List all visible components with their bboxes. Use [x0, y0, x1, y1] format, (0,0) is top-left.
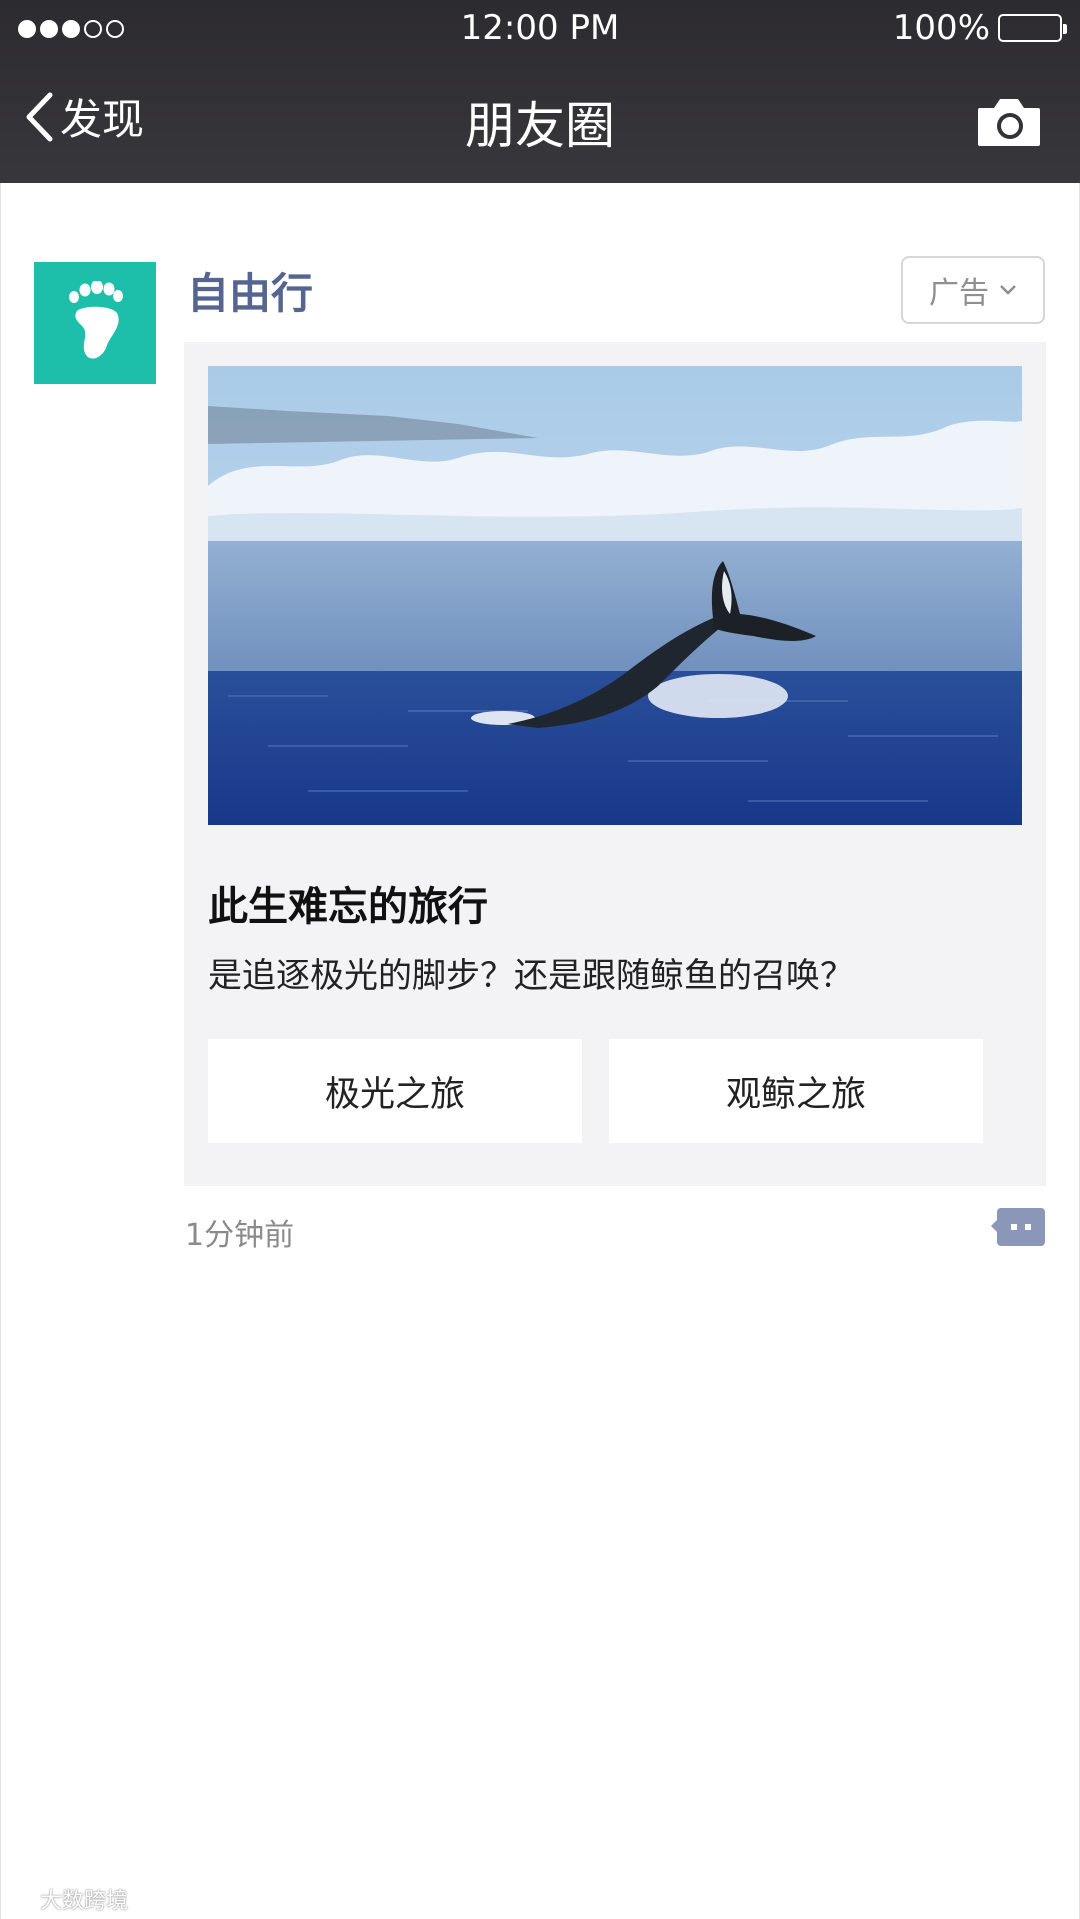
page-title: 朋友圈: [465, 97, 615, 155]
camera-icon: [978, 99, 1040, 146]
ad-badge[interactable]: 广告: [901, 256, 1045, 324]
status-bar: 12:00 PM 100%: [0, 0, 1080, 58]
watermark: 大数跨境: [12, 1883, 128, 1915]
battery-percent: 100%: [892, 8, 990, 48]
card-title: 此生难忘的旅行: [208, 884, 488, 930]
battery-icon: [998, 14, 1067, 42]
navigation-bar: 发现 朋友圈: [0, 58, 1080, 183]
chevron-down-icon: [1000, 285, 1016, 295]
option-whale-watching-button[interactable]: 观鲸之旅: [609, 1039, 983, 1143]
comment-button[interactable]: [991, 1206, 1047, 1252]
whale-tail-photo[interactable]: [208, 366, 1022, 825]
card-description: 是追逐极光的脚步？还是跟随鲸鱼的召唤？: [208, 956, 854, 996]
logo-icon: [12, 1886, 36, 1912]
avatar[interactable]: [34, 262, 156, 384]
footprint-icon: [69, 281, 123, 359]
watermark-text: 大数跨境: [40, 1889, 129, 1914]
option-aurora-trip-button[interactable]: 极光之旅: [208, 1039, 582, 1143]
top-bar: 12:00 PM 100% 发现 朋友圈: [0, 0, 1080, 183]
author-name[interactable]: 自由行: [187, 260, 313, 321]
camera-button[interactable]: [976, 94, 1042, 152]
ad-label: 广告: [929, 276, 989, 311]
battery-status: 100%: [892, 8, 1067, 48]
comment-icon: [991, 1208, 1045, 1246]
ad-card[interactable]: 此生难忘的旅行 是追逐极光的脚步？还是跟随鲸鱼的召唤？ 极光之旅 观鲸之旅: [184, 342, 1046, 1186]
post-time: 1分钟前: [185, 1218, 295, 1253]
